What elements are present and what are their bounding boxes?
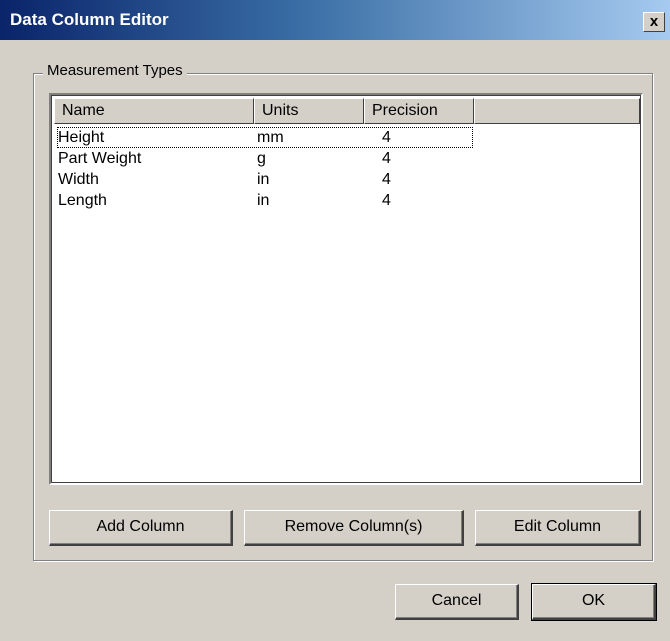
close-icon: x — [649, 13, 659, 30]
list-item[interactable]: Length in 4 — [54, 190, 640, 211]
cancel-button[interactable]: Cancel — [395, 584, 519, 620]
cell-name: Height — [58, 129, 105, 146]
column-header-precision[interactable]: Precision — [364, 98, 474, 124]
window-title: Data Column Editor — [10, 10, 169, 29]
add-column-button[interactable]: Add Column — [49, 510, 233, 546]
cell-units: in — [257, 192, 270, 209]
cell-units: g — [257, 150, 266, 167]
cell-name: Width — [58, 171, 99, 188]
remove-columns-button[interactable]: Remove Column(s) — [244, 510, 464, 546]
ok-button[interactable]: OK — [531, 583, 657, 621]
edit-column-button[interactable]: Edit Column — [475, 510, 641, 546]
title-bar: Data Column Editor x — [0, 0, 670, 40]
list-item[interactable]: Height mm 4 — [54, 127, 640, 148]
column-header-units[interactable]: Units — [254, 98, 364, 124]
cell-units: mm — [257, 129, 284, 146]
measurement-list[interactable]: Name Units Precision Height mm 4 Part We… — [49, 93, 643, 485]
list-item[interactable]: Part Weight g 4 — [54, 148, 640, 169]
group-label: Measurement Types — [43, 62, 187, 79]
cell-name: Part Weight — [58, 150, 142, 167]
cell-units: in — [257, 171, 270, 188]
cell-precision: 4 — [382, 129, 391, 146]
cell-precision: 4 — [382, 171, 391, 188]
cell-precision: 4 — [382, 150, 391, 167]
column-header-filler — [474, 98, 640, 124]
list-item[interactable]: Width in 4 — [54, 169, 640, 190]
close-button[interactable]: x — [643, 12, 665, 32]
cell-precision: 4 — [382, 192, 391, 209]
column-header-name[interactable]: Name — [54, 98, 254, 124]
cell-name: Length — [58, 192, 107, 209]
list-header: Name Units Precision — [54, 98, 640, 124]
